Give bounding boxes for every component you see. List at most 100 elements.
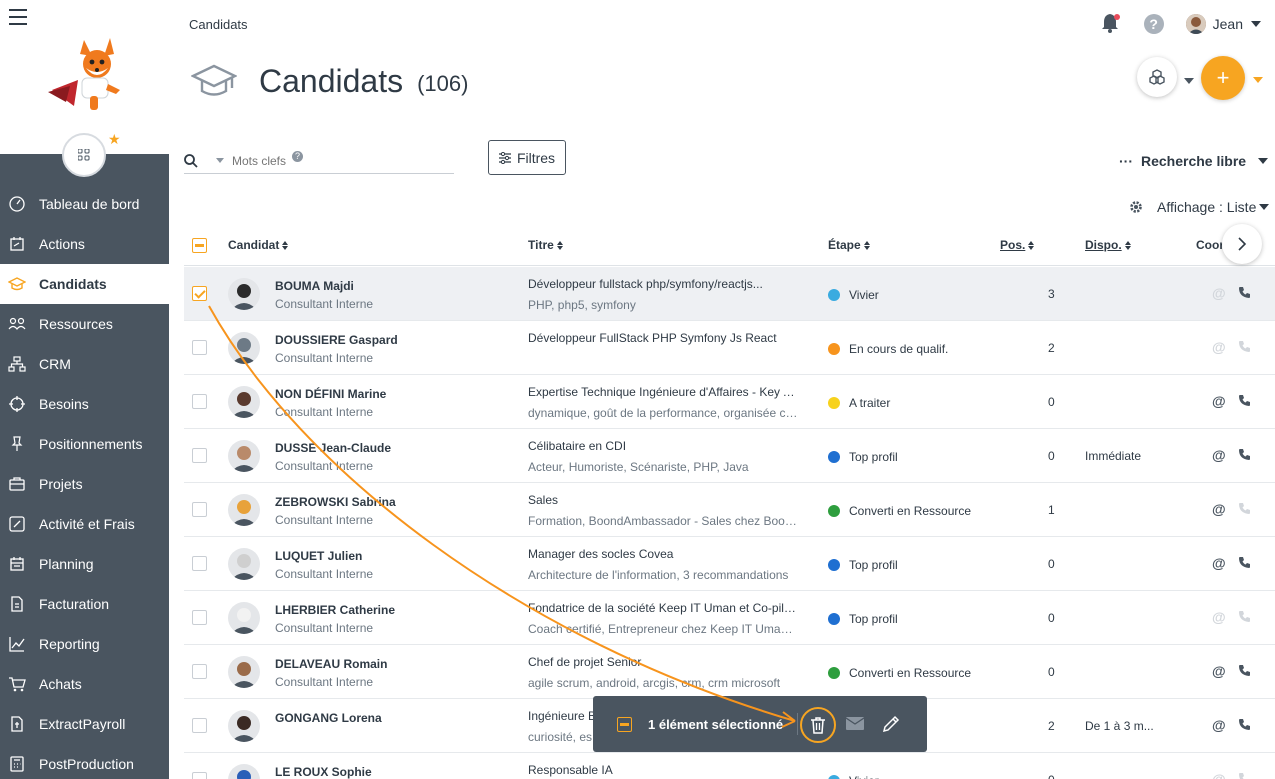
email-icon[interactable]: @	[1212, 501, 1226, 517]
deselect-checkbox[interactable]	[617, 716, 632, 732]
sidebar-item-extractpayroll[interactable]: ExtractPayroll	[0, 704, 169, 744]
avatar[interactable]	[228, 548, 260, 580]
candidate-type: Consultant Interne	[275, 297, 374, 311]
table-row[interactable]: BOUMA Majdi Consultant Interne Développeur…	[184, 267, 1275, 321]
table-row[interactable]: NON DÉFINI Marine Consultant Interne Exper…	[184, 375, 1275, 429]
sidebar-item-activite-et-frais[interactable]: Activité et Frais	[0, 504, 169, 544]
email-icon[interactable]: @	[1212, 717, 1226, 733]
search-help-icon[interactable]: ?	[292, 151, 303, 162]
add-chevron-down-icon[interactable]	[1253, 77, 1263, 83]
candidate-name[interactable]: ZEBROWSKI Sabrina	[275, 495, 396, 509]
candidate-name[interactable]: DELAVEAU Romain	[275, 657, 387, 671]
candidate-name[interactable]: DOUSSIERE Gaspard	[275, 333, 398, 347]
notifications-button[interactable]	[1100, 12, 1122, 36]
column-candidat[interactable]: Candidat	[228, 238, 289, 252]
avatar[interactable]	[228, 710, 260, 742]
avatar[interactable]	[228, 332, 260, 364]
avatar[interactable]	[228, 494, 260, 526]
phone-icon[interactable]	[1238, 556, 1251, 574]
row-checkbox[interactable]	[192, 772, 207, 779]
table-row[interactable]: DELAVEAU Romain Consultant Interne Chef de…	[184, 645, 1275, 699]
table-row[interactable]: LHERBIER Catherine Consultant Interne Fond…	[184, 591, 1275, 645]
search-icon[interactable]	[184, 153, 198, 168]
email-icon[interactable]: @	[1212, 555, 1226, 571]
email-icon[interactable]: @	[1212, 393, 1226, 409]
row-checkbox[interactable]	[192, 610, 207, 625]
tools-chevron-down-icon[interactable]	[1184, 78, 1194, 84]
candidate-name[interactable]: LUQUET Julien	[275, 549, 362, 563]
row-checkbox[interactable]	[192, 664, 207, 679]
avatar[interactable]	[228, 764, 260, 779]
delete-button[interactable]	[800, 707, 836, 743]
sidebar-item-postproduction[interactable]: PostProduction	[0, 744, 169, 779]
phone-icon[interactable]	[1238, 286, 1251, 304]
gear-icon[interactable]	[1129, 200, 1143, 214]
phone-icon[interactable]	[1238, 394, 1251, 412]
candidate-name[interactable]: LE ROUX Sophie	[275, 765, 372, 779]
display-mode-selector[interactable]: Affichage : Liste	[1129, 199, 1270, 215]
email-icon[interactable]: @	[1212, 663, 1226, 679]
sidebar-item-ressources[interactable]: Ressources	[0, 304, 169, 344]
sidebar-item-actions[interactable]: Actions	[0, 224, 169, 264]
sidebar-item-positionnements[interactable]: Positionnements	[0, 424, 169, 464]
avatar[interactable]	[228, 440, 260, 472]
avatar[interactable]	[228, 656, 260, 688]
tools-button[interactable]	[1137, 57, 1177, 97]
user-name[interactable]: Jean	[1213, 16, 1243, 32]
avatar[interactable]	[228, 278, 260, 310]
search-scope-chevron-down-icon[interactable]	[216, 158, 224, 163]
help-button[interactable]: ?	[1143, 14, 1164, 34]
candidate-name[interactable]: NON DÉFINI Marine	[275, 387, 386, 401]
column-etape[interactable]: Étape	[828, 238, 870, 252]
user-menu-chevron-down-icon[interactable]	[1251, 21, 1261, 27]
sidebar-item-label: CRM	[39, 356, 71, 372]
filters-button[interactable]: Filtres	[488, 140, 566, 175]
sidebar-item-besoins[interactable]: Besoins	[0, 384, 169, 424]
email-icon[interactable]	[846, 717, 864, 730]
sidebar-item-projets[interactable]: Projets	[0, 464, 169, 504]
table-row[interactable]: LUQUET Julien Consultant Interne Manager d…	[184, 537, 1275, 591]
candidate-name[interactable]: DUSSE Jean-Claude	[275, 441, 391, 455]
free-search-toggle[interactable]: ··· Recherche libre	[1119, 153, 1269, 169]
sidebar-item-reporting[interactable]: Reporting	[0, 624, 169, 664]
candidate-name[interactable]: GONGANG Lorena	[275, 711, 382, 725]
select-all-checkbox[interactable]	[192, 238, 207, 253]
pencil-icon[interactable]	[882, 715, 900, 733]
table-row[interactable]: DUSSE Jean-Claude Consultant Interne Célib…	[184, 429, 1275, 483]
chart-icon	[8, 635, 26, 653]
table-row[interactable]: DOUSSIERE Gaspard Consultant Interne Dével…	[184, 321, 1275, 375]
column-dispo[interactable]: Dispo.	[1085, 238, 1131, 252]
sidebar-item-candidats[interactable]: Candidats	[0, 264, 169, 304]
phone-icon[interactable]	[1238, 448, 1251, 466]
add-candidate-button[interactable]: +	[1201, 56, 1245, 100]
row-checkbox[interactable]	[192, 448, 207, 463]
user-avatar[interactable]	[1185, 14, 1206, 34]
avatar[interactable]	[228, 602, 260, 634]
row-checkbox[interactable]	[192, 718, 207, 733]
email-icon[interactable]: @	[1212, 447, 1226, 463]
sidebar-item-crm[interactable]: CRM	[0, 344, 169, 384]
search-input[interactable]	[232, 153, 292, 168]
row-checkbox[interactable]	[192, 556, 207, 571]
avatar[interactable]	[228, 386, 260, 418]
sidebar-item-tableau-de-bord[interactable]: Tableau de bord	[0, 184, 169, 224]
phone-icon[interactable]	[1238, 664, 1251, 682]
row-checkbox[interactable]	[192, 340, 207, 355]
apps-grid-button[interactable]	[62, 133, 106, 177]
row-checkbox[interactable]	[192, 502, 207, 517]
candidate-name[interactable]: LHERBIER Catherine	[275, 603, 395, 617]
table-row[interactable]: ZEBROWSKI Sabrina Consultant Interne Sales…	[184, 483, 1275, 537]
column-pos[interactable]: Pos.	[1000, 238, 1035, 252]
candidate-name[interactable]: BOUMA Majdi	[275, 279, 354, 293]
sidebar-item-facturation[interactable]: Facturation	[0, 584, 169, 624]
scroll-right-button[interactable]	[1222, 224, 1262, 264]
table-row[interactable]: LE ROUX SophieConsultant InterneResponsa…	[184, 753, 1275, 779]
phone-icon[interactable]	[1238, 718, 1251, 736]
row-checkbox[interactable]	[192, 286, 207, 301]
hamburger-menu-icon[interactable]	[9, 9, 27, 25]
sidebar-item-planning[interactable]: Planning	[0, 544, 169, 584]
select-all-box[interactable]	[192, 238, 207, 253]
row-checkbox[interactable]	[192, 394, 207, 409]
column-titre[interactable]: Titre	[528, 238, 563, 252]
sidebar-item-achats[interactable]: Achats	[0, 664, 169, 704]
